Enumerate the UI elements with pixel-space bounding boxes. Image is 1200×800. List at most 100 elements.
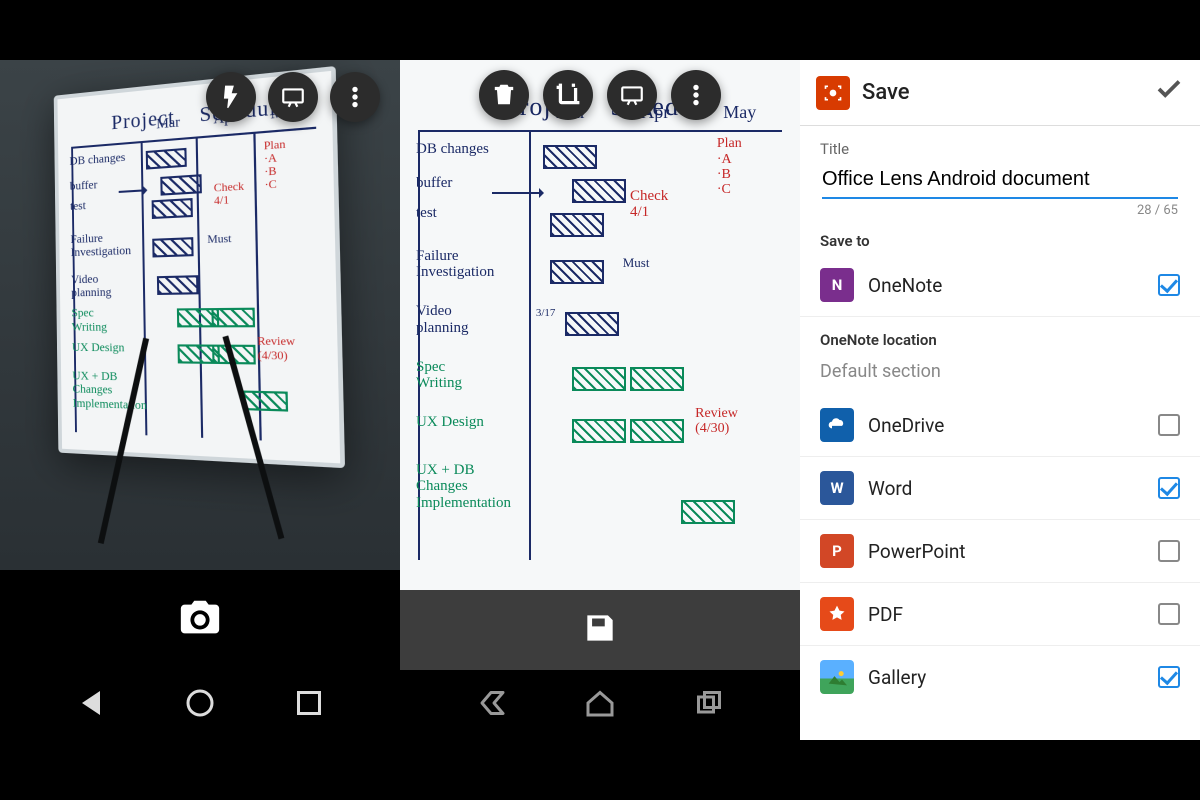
- crop-toolbar: [479, 70, 721, 120]
- note-date: 3/17: [536, 307, 556, 319]
- whiteboard-live: Project Schedule Mar Apr May DB c: [54, 66, 345, 468]
- powerpoint-icon: P: [820, 534, 854, 568]
- target-word[interactable]: W Word: [800, 457, 1200, 520]
- target-gallery[interactable]: Gallery: [800, 646, 1200, 708]
- target-onedrive[interactable]: OneDrive: [800, 394, 1200, 457]
- word-icon: W: [820, 471, 854, 505]
- confirm-button[interactable]: [1154, 74, 1184, 111]
- target-label: Gallery: [868, 666, 1144, 689]
- whiteboard-mode-icon: [280, 84, 306, 110]
- camera-toolbar: [206, 72, 380, 122]
- label-onenote-loc: OneNote location: [800, 317, 1200, 353]
- row-db-changes: DB changes: [69, 149, 137, 167]
- mode-button[interactable]: [607, 70, 657, 120]
- gallery-icon: [820, 660, 854, 694]
- onenote-icon: N: [820, 268, 854, 302]
- row-failure: Failure Investigation: [70, 230, 138, 259]
- shutter-button[interactable]: [177, 595, 223, 645]
- flash-icon: [218, 84, 244, 110]
- note-check: Check 4/1: [630, 188, 668, 221]
- row-ux: UX Design: [72, 340, 140, 354]
- target-label: Word: [868, 477, 1144, 500]
- three-screens: Project Schedule Mar Apr May DB c: [0, 60, 1200, 740]
- note-plan: Plan ·A ·B ·C: [717, 136, 742, 198]
- row-buffer: buffer: [416, 175, 525, 192]
- checkbox[interactable]: [1158, 540, 1180, 562]
- back-icon: [473, 685, 509, 721]
- title-input[interactable]: [822, 162, 1178, 199]
- note-check: Check 4/1: [214, 180, 245, 208]
- target-label: PDF: [868, 603, 1144, 626]
- checkbox[interactable]: [1158, 603, 1180, 625]
- row-failure: Failure Investigation: [416, 248, 525, 281]
- onenote-location[interactable]: Default section: [800, 353, 1200, 394]
- crop-button[interactable]: [543, 70, 593, 120]
- crop-viewport: Project Schedule Mar Apr May DB changes …: [400, 60, 800, 590]
- checkbox[interactable]: [1158, 666, 1180, 688]
- target-label: OneNote: [868, 274, 1144, 297]
- whiteboard-mode-icon: [619, 82, 645, 108]
- target-label: OneDrive: [868, 414, 1144, 437]
- note-review: Review (4/30): [257, 335, 295, 362]
- officelens-icon: [816, 76, 850, 110]
- row-test: test: [416, 205, 525, 222]
- save-button[interactable]: [581, 609, 619, 651]
- android-navbar-1: [0, 670, 400, 740]
- whiteboard-easel: Project Schedule Mar Apr May DB c: [51, 87, 332, 451]
- recents-icon: [691, 685, 727, 721]
- row-video: Video planning: [416, 303, 525, 336]
- save-header: Save: [800, 60, 1200, 126]
- row-db-changes: DB changes: [416, 141, 525, 158]
- check-icon: [1154, 74, 1184, 104]
- note-plan: Plan ·A ·B ·C: [264, 137, 287, 191]
- more-button[interactable]: [330, 72, 380, 122]
- more-icon: [683, 82, 709, 108]
- save-title: Save: [862, 80, 910, 105]
- row-spec: Spec Writing: [416, 359, 525, 392]
- more-button[interactable]: [671, 70, 721, 120]
- nav-recents-button[interactable]: [291, 685, 327, 725]
- note-review: Review (4/30): [695, 406, 738, 437]
- checkbox[interactable]: [1158, 274, 1180, 296]
- char-counter: 28 / 65: [800, 199, 1200, 218]
- letterbox-top: [0, 0, 1200, 60]
- row-video: Video planning: [71, 271, 139, 299]
- onedrive-icon: [820, 408, 854, 442]
- android-navbar-2: [400, 670, 800, 740]
- checkbox[interactable]: [1158, 477, 1180, 499]
- note-must: Must: [207, 232, 231, 246]
- nav-back-button[interactable]: [473, 685, 509, 725]
- crop-bottombar: [400, 590, 800, 670]
- screen-crop: Project Schedule Mar Apr May DB changes …: [400, 60, 800, 740]
- recents-icon: [291, 685, 327, 721]
- save-dialog: Save Title 28 / 65 Save to N OneNote One…: [800, 60, 1200, 740]
- nav-back-button[interactable]: [73, 685, 109, 725]
- camera-viewport: Project Schedule Mar Apr May DB c: [0, 60, 400, 570]
- row-uxdb: UX + DB Changes Implementation: [416, 462, 525, 512]
- crop-icon: [555, 82, 581, 108]
- target-onenote[interactable]: N OneNote: [800, 254, 1200, 317]
- nav-recents-button[interactable]: [691, 685, 727, 725]
- delete-button[interactable]: [479, 70, 529, 120]
- pdf-icon: [820, 597, 854, 631]
- label-title: Title: [800, 126, 1200, 162]
- target-pdf[interactable]: PDF: [800, 583, 1200, 646]
- checkbox[interactable]: [1158, 414, 1180, 436]
- letterbox-bottom: [0, 740, 1200, 800]
- back-icon: [73, 685, 109, 721]
- nav-home-button[interactable]: [182, 685, 218, 725]
- home-icon: [582, 685, 618, 721]
- whiteboard-scanned: Project Schedule Mar Apr May DB changes …: [400, 60, 800, 590]
- target-label: PowerPoint: [868, 540, 1144, 563]
- more-icon: [342, 84, 368, 110]
- whiteboard-grid: Mar Apr May DB changes buffer test Failu…: [418, 130, 782, 560]
- note-must: Must: [623, 256, 650, 270]
- screen-camera: Project Schedule Mar Apr May DB c: [0, 60, 400, 740]
- screen-save: Save Title 28 / 65 Save to N OneNote One…: [800, 60, 1200, 740]
- mode-button[interactable]: [268, 72, 318, 122]
- row-spec: Spec Writing: [71, 306, 139, 333]
- target-powerpoint[interactable]: P PowerPoint: [800, 520, 1200, 583]
- nav-home-button[interactable]: [582, 685, 618, 725]
- row-test: test: [70, 195, 138, 212]
- flash-button[interactable]: [206, 72, 256, 122]
